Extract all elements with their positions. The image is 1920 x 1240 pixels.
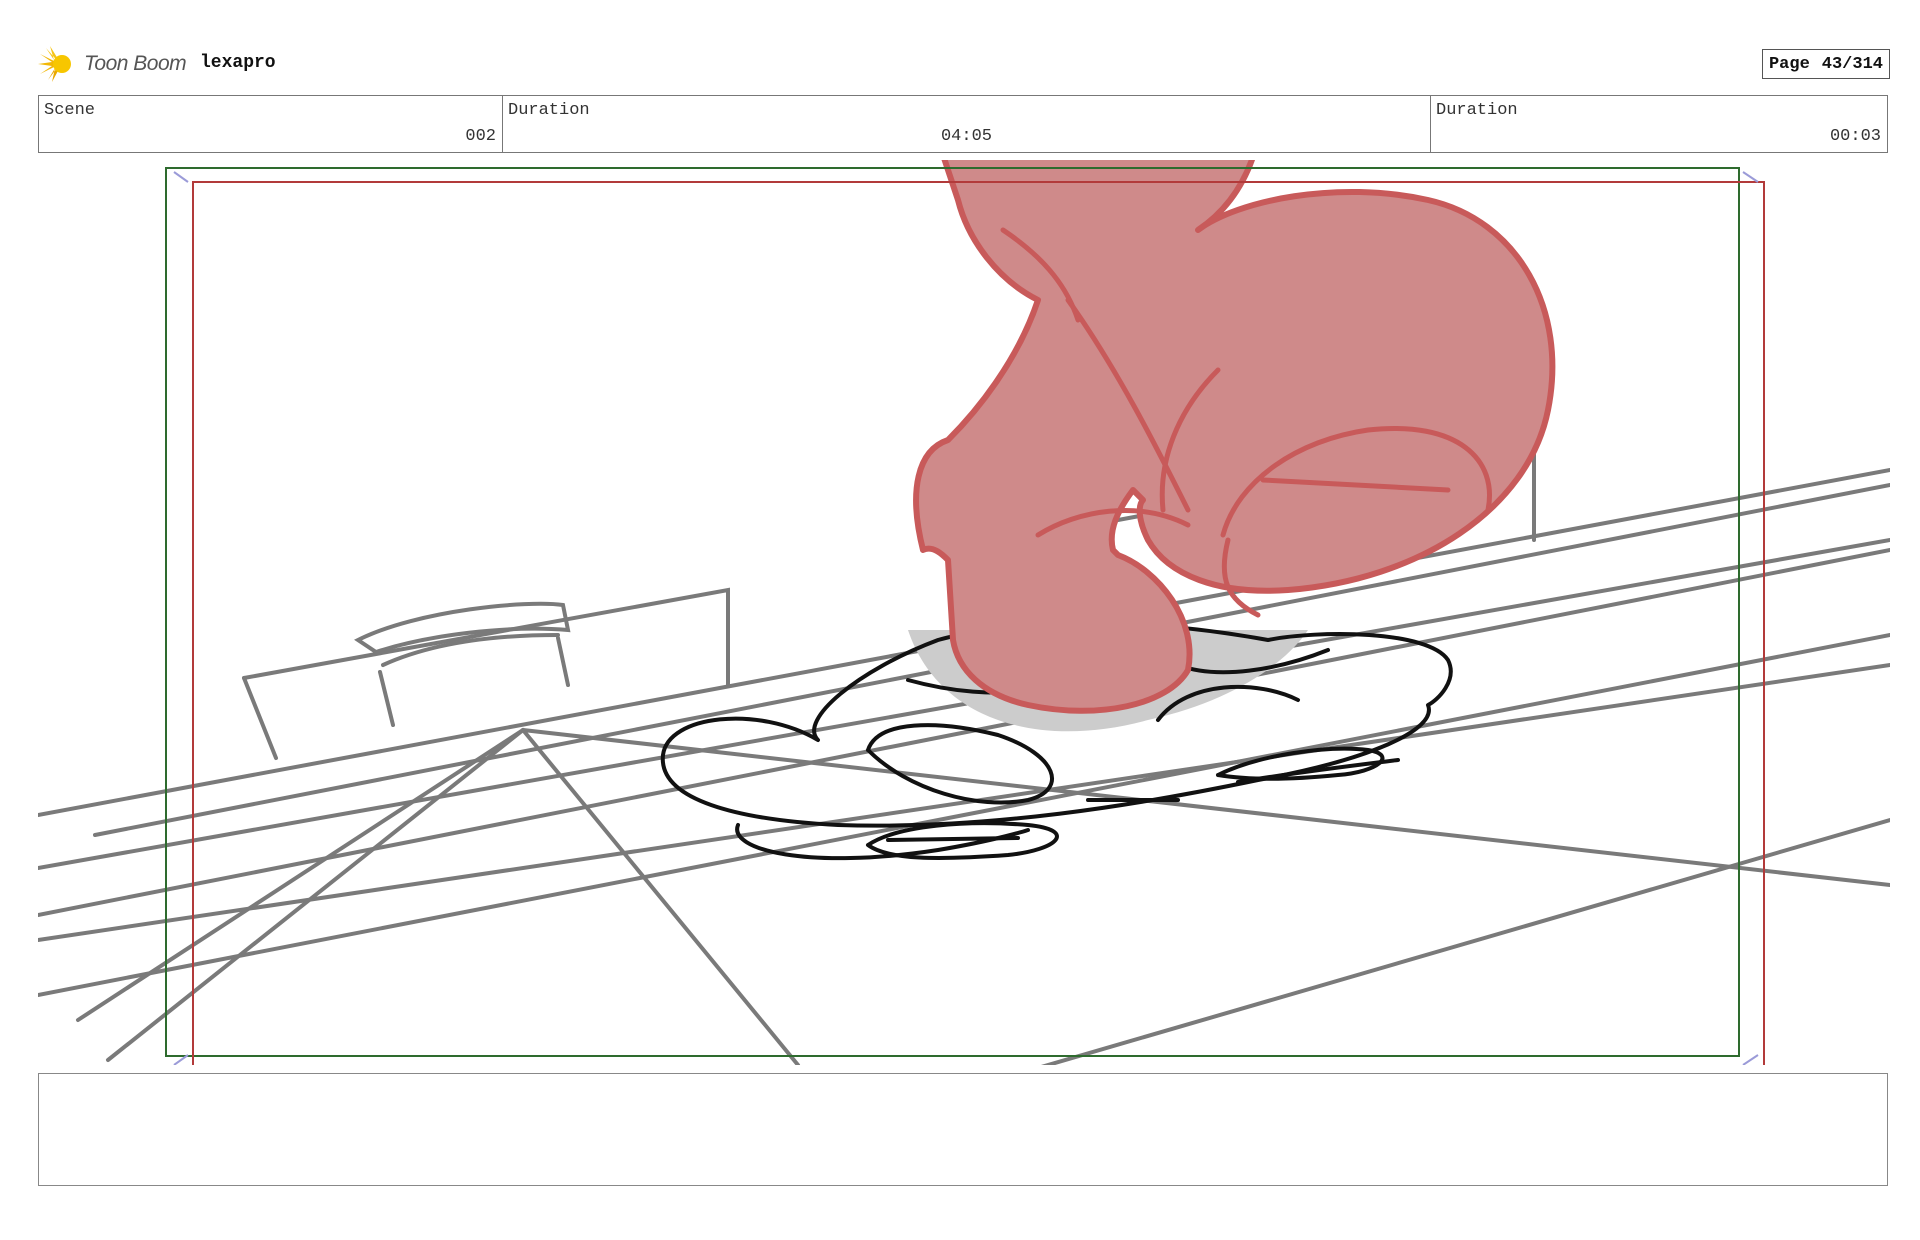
panel-notes-box[interactable]: [38, 1073, 1888, 1186]
scene-info-row: Scene 002 Duration 04:05 Duration 00:03: [38, 95, 1888, 153]
toon-boom-logo: Toon Boom: [38, 46, 187, 82]
storyboard-header: Toon Boom lexapro Page 43/314: [38, 44, 1890, 84]
page-number: 43/314: [1821, 54, 1883, 74]
panel-duration-cell: Duration 00:03: [1431, 96, 1887, 152]
page-indicator: Page 43/314: [1761, 49, 1890, 79]
panel-duration-label: Duration: [1436, 101, 1518, 120]
panel-drawing: [38, 160, 1890, 1065]
brand-name: Toon Boom: [84, 52, 187, 75]
duration-label: Duration: [508, 101, 590, 120]
storyboard-panel[interactable]: [38, 160, 1890, 1065]
scene-value: 002: [465, 127, 496, 146]
duration-value: 04:05: [940, 127, 992, 146]
scene-label: Scene: [44, 101, 96, 120]
starburst-icon: [38, 46, 71, 82]
scene-duration-cell: Duration 04:05: [503, 96, 1431, 152]
project-name: lexapro: [200, 53, 276, 73]
page-label: Page: [1768, 54, 1810, 74]
panel-duration-value: 00:03: [1829, 127, 1881, 146]
scene-cell: Scene 002: [39, 96, 503, 152]
character-legs: [913, 160, 1556, 714]
